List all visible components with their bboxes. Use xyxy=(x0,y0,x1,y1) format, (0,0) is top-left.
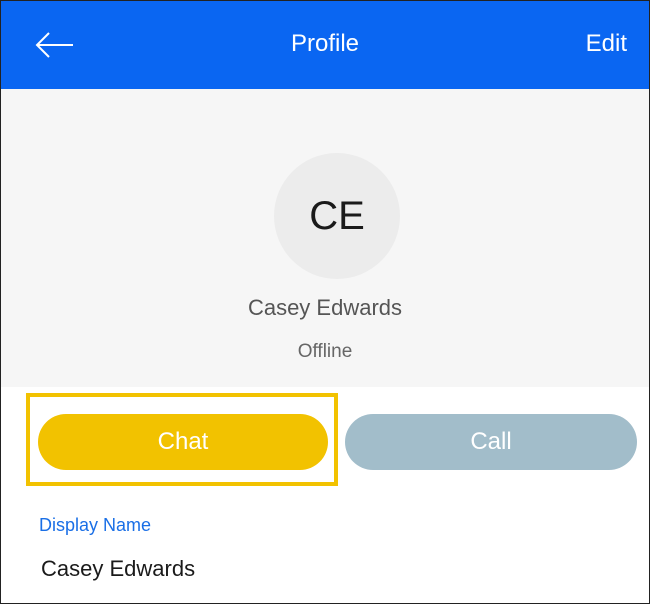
presence-status: Offline xyxy=(297,341,353,362)
edit-button[interactable]: Edit xyxy=(586,28,627,60)
profile-summary: CE Casey Edwards Offline xyxy=(1,89,649,387)
contact-name: Casey Edwards xyxy=(247,295,403,320)
display-name-label: Display Name xyxy=(39,515,152,535)
avatar: CE xyxy=(274,153,400,279)
chat-button[interactable]: Chat xyxy=(38,414,328,470)
display-name-value: Casey Edwards xyxy=(41,556,196,581)
top-app-bar: Profile Edit xyxy=(1,1,649,89)
call-button[interactable]: Call xyxy=(345,414,637,470)
profile-screen: Profile Edit CE Casey Edwards Offline Ch… xyxy=(0,0,650,604)
avatar-initials: CE xyxy=(309,193,365,238)
page-title: Profile xyxy=(290,30,360,57)
